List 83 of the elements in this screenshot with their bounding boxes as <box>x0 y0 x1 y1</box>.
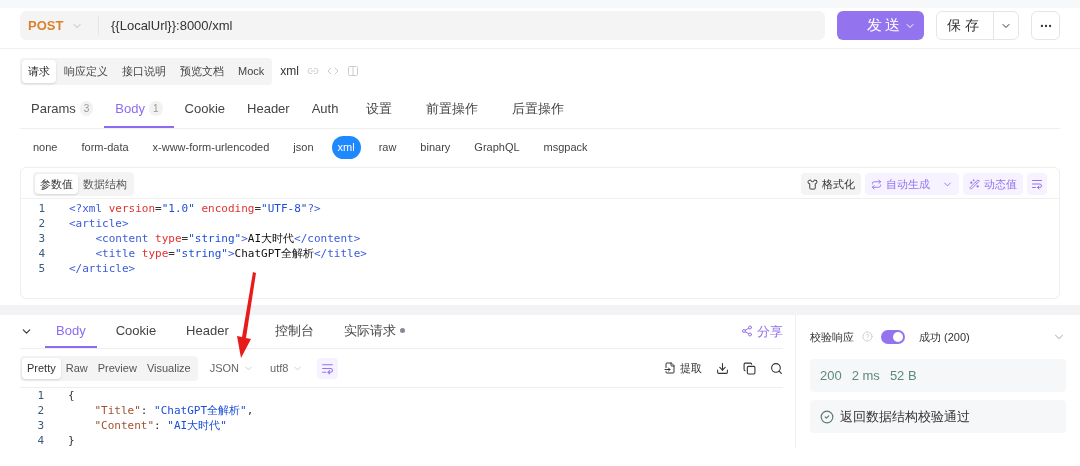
doc-tab[interactable]: 接口说明 <box>116 60 172 83</box>
code-line: } <box>67 432 75 448</box>
validation-label: 校验响应 <box>810 329 854 345</box>
extract-button[interactable]: 提取 <box>664 360 702 377</box>
line-number: 5 <box>37 260 46 276</box>
line-number: 4 <box>37 245 46 261</box>
code-line: <?xml version="1.0" encoding="UTF-8"?> <box>68 200 321 216</box>
view-mode-tab[interactable]: Raw <box>60 358 93 379</box>
request-tab[interactable]: 设置 <box>349 96 410 128</box>
line-number: 2 <box>37 215 46 231</box>
line-number: 1 <box>36 387 45 403</box>
format-select[interactable]: JSON <box>209 360 255 377</box>
download-icon[interactable] <box>716 361 729 375</box>
code-line: <content type="string">AI大时代</content> <box>94 230 361 246</box>
request-tab[interactable]: 后置操作 <box>495 96 582 128</box>
line-number: 4 <box>36 432 45 448</box>
check-icon <box>820 409 834 424</box>
request-tab[interactable]: Cookie <box>173 96 237 128</box>
line-number: 1 <box>37 200 46 216</box>
search-icon[interactable] <box>770 361 783 375</box>
encoding-select[interactable]: utf8 <box>270 360 304 377</box>
api-name: xml <box>280 63 299 81</box>
stat-value: 200 <box>820 366 842 385</box>
response-tab[interactable]: Header <box>175 314 240 348</box>
request-tab[interactable]: Header <box>236 96 301 128</box>
body-type-option[interactable]: binary <box>414 136 457 159</box>
response-tab[interactable]: Body <box>45 314 97 348</box>
body-type-option[interactable]: x-www-form-urlencoded <box>146 136 276 159</box>
share-icon <box>741 325 753 338</box>
body-type-option[interactable]: msgpack <box>537 136 594 159</box>
validation-result: 成功 (200) <box>919 329 970 345</box>
request-tab[interactable]: 前置操作 <box>409 96 496 128</box>
panel-splitter[interactable] <box>0 304 1080 315</box>
wrap-button[interactable] <box>1027 173 1047 195</box>
code-line: "Title": "ChatGPT全解析", <box>93 402 254 418</box>
view-mode-tab[interactable]: Visualize <box>141 358 196 379</box>
request-tab[interactable]: Params 3 <box>20 96 105 128</box>
response-tab[interactable]: 实际请求 <box>332 314 416 348</box>
code-line: <article> <box>68 215 129 231</box>
doc-tab[interactable]: Mock <box>232 60 271 83</box>
format-button[interactable]: 格式化 <box>801 173 861 195</box>
wrap-text-icon <box>1031 178 1043 190</box>
repeat-icon <box>871 178 882 190</box>
editor-tab[interactable]: 数据结构 <box>78 173 132 195</box>
code-line: </article> <box>68 260 136 276</box>
body-type-option[interactable]: GraphQL <box>468 136 526 159</box>
wand-icon <box>969 178 980 190</box>
help-icon[interactable] <box>862 331 873 343</box>
doc-tab[interactable]: 响应定义 <box>58 60 114 83</box>
response-tab[interactable]: Cookie <box>104 314 168 348</box>
wrap-text-icon <box>321 361 335 375</box>
editor-tab[interactable]: 参数值 <box>35 173 78 195</box>
code-line: "Content": "AI大时代" <box>93 417 227 433</box>
request-tab[interactable]: Body 1 <box>104 96 174 128</box>
send-button[interactable]: 发送 <box>837 11 924 40</box>
stat-value: 2 ms <box>851 366 880 385</box>
validation-toggle[interactable] <box>881 329 905 344</box>
check-result-text: 返回数据结构校验通过 <box>840 407 970 426</box>
line-number: 2 <box>36 402 45 418</box>
url-bar[interactable]: POST {{LocalUrl}}:8000/xml <box>20 11 825 40</box>
line-number: 3 <box>37 230 46 246</box>
body-type-option[interactable]: json <box>287 136 320 159</box>
doc-tab[interactable]: 预览文档 <box>174 60 230 83</box>
url-field[interactable]: {{LocalUrl}}:8000/xml <box>98 15 233 36</box>
response-tab[interactable]: 控制台 <box>263 314 325 348</box>
doc-tab[interactable]: 请求 <box>22 60 56 83</box>
view-mode-tab[interactable]: Preview <box>92 358 142 379</box>
code-line: { <box>67 387 75 403</box>
copy-icon[interactable] <box>743 361 756 375</box>
code-line: <title type="string">ChatGPT全解析</title> <box>94 245 367 261</box>
body-type-option[interactable]: raw <box>372 136 403 159</box>
more-button[interactable] <box>1031 11 1060 40</box>
body-type-option[interactable]: form-data <box>75 136 135 159</box>
shirt-icon <box>807 178 818 190</box>
request-tab[interactable]: Auth <box>300 96 350 128</box>
share-button[interactable]: 分享 <box>741 321 783 341</box>
wrap-button[interactable] <box>317 357 339 379</box>
stat-value: 52 B <box>889 366 917 385</box>
view-mode-tab[interactable]: Pretty <box>22 358 61 379</box>
line-number: 3 <box>36 417 45 433</box>
body-type-option[interactable]: none <box>27 136 64 159</box>
file-input-icon <box>664 362 676 375</box>
panel-icon[interactable] <box>346 65 359 78</box>
